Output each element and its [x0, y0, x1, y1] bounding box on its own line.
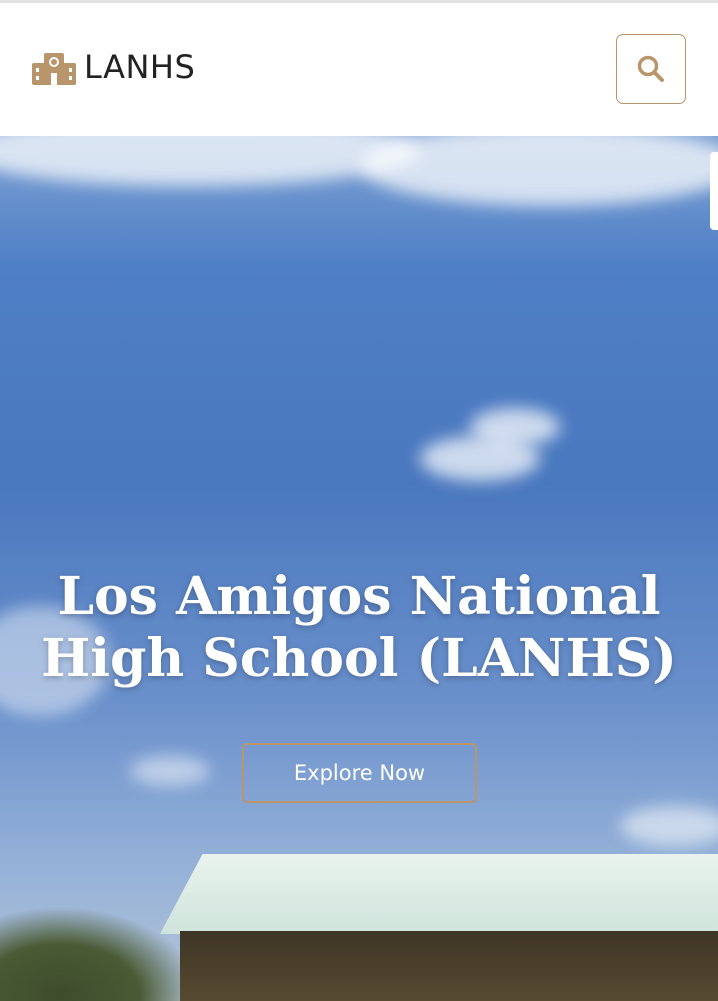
search-button[interactable] [616, 34, 686, 104]
search-icon [637, 55, 664, 82]
cloud [360, 136, 718, 206]
explore-now-button[interactable]: Explore Now [242, 743, 477, 803]
hero-banner: Los Amigos National High School (LANHS) … [0, 136, 718, 1001]
cloud [620, 806, 718, 846]
side-feedback-tab[interactable] [710, 152, 718, 230]
cloud [470, 408, 560, 446]
site-header: LANHS [0, 3, 718, 136]
school-building-icon [32, 53, 76, 85]
school-roof-image [160, 854, 718, 934]
cloud [130, 756, 210, 786]
brand-name: LANHS [84, 48, 196, 86]
hero-title: Los Amigos National High School (LANHS) [41, 566, 677, 689]
cloud [0, 136, 420, 186]
school-wall-image [180, 931, 718, 1001]
brand-logo-link[interactable]: LANHS [32, 47, 195, 87]
